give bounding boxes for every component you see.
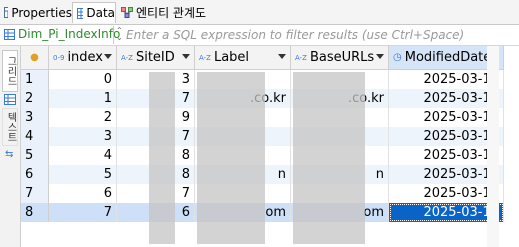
cell-index[interactable]: 7 xyxy=(49,203,117,222)
row-number[interactable]: 5 xyxy=(21,146,49,165)
row-number[interactable]: 4 xyxy=(21,127,49,146)
cell-index[interactable]: 1 xyxy=(49,89,117,108)
redaction-blur xyxy=(149,72,175,244)
grid-corner[interactable]: ● xyxy=(21,46,49,70)
tab-label: Properties xyxy=(11,5,72,20)
row-number[interactable]: 7 xyxy=(21,184,49,203)
column-menu-icon[interactable] xyxy=(376,54,384,59)
side-tab-text[interactable]: 텍스트 xyxy=(2,108,18,146)
column-name: index xyxy=(67,50,104,65)
table-icon xyxy=(4,28,15,40)
cell-index[interactable]: 6 xyxy=(49,184,117,203)
text-type-icon: A-Z xyxy=(199,53,211,62)
column-menu-icon[interactable] xyxy=(278,54,286,59)
row-number[interactable]: 6 xyxy=(21,165,49,184)
tab-data[interactable]: Data xyxy=(72,2,116,23)
grid-view-icon[interactable] xyxy=(4,94,16,108)
row-number[interactable]: 1 xyxy=(21,70,49,89)
text-type-icon: A-Z xyxy=(295,53,307,62)
expand-filter-icon[interactable]: ⌃ ⌄ xyxy=(116,27,123,42)
text-type-icon: A-Z xyxy=(121,53,133,62)
filter-input[interactable] xyxy=(126,27,516,43)
column-name: Label xyxy=(213,50,250,65)
column-header-siteid[interactable]: A-Z SiteID xyxy=(117,46,195,70)
editor-tab-bar: Properties Data 엔티티 관계도 xyxy=(0,0,519,25)
cell-index[interactable]: 4 xyxy=(49,146,117,165)
side-tab-label: 텍스트 xyxy=(5,112,16,142)
select-all-icon: ● xyxy=(30,52,39,63)
properties-icon xyxy=(4,7,9,18)
redaction-blur xyxy=(197,72,265,244)
table-name: Dim_Pi_IndexInfo xyxy=(18,27,121,41)
cell-index[interactable]: 0 xyxy=(49,70,117,89)
column-name: ModifiedDate xyxy=(404,50,492,65)
tab-properties[interactable]: Properties xyxy=(0,2,72,23)
tab-label: Data xyxy=(86,6,115,20)
text-view-icon[interactable]: ⇆ xyxy=(5,149,13,160)
results-grid: ● 0-9 index A-Z SiteID A-Z Label A-Z Bas… xyxy=(21,46,519,247)
column-name: BaseURLs xyxy=(309,50,375,65)
divider xyxy=(113,26,114,44)
tab-entity-diagram[interactable]: 엔티티 관계도 xyxy=(117,2,215,23)
numeric-type-icon: 0-9 xyxy=(53,53,65,62)
column-header-index[interactable]: 0-9 index xyxy=(49,46,117,70)
vertical-scrollbar[interactable] xyxy=(487,46,499,247)
row-number[interactable]: 2 xyxy=(21,89,49,108)
cell-index[interactable]: 5 xyxy=(49,165,117,184)
column-name: SiteID xyxy=(135,50,175,65)
side-tab-label: 그리드 xyxy=(5,56,16,86)
column-header-baseurls[interactable]: A-Z BaseURLs xyxy=(291,46,389,70)
row-number[interactable]: 8 xyxy=(21,203,49,222)
column-menu-icon[interactable] xyxy=(104,54,112,59)
cell-index[interactable]: 2 xyxy=(49,108,117,127)
side-tab-grid[interactable]: 그리드 xyxy=(2,50,18,92)
cell-index[interactable]: 3 xyxy=(49,127,117,146)
table-name-link[interactable]: Dim_Pi_IndexInfo xyxy=(4,27,120,41)
column-header-label[interactable]: A-Z Label xyxy=(195,46,291,70)
clock-icon: ◷ xyxy=(393,52,402,63)
view-mode-panel: 그리드 텍스트 ⇆ xyxy=(0,46,21,247)
redaction-blur xyxy=(293,72,365,244)
filter-bar: Dim_Pi_IndexInfo ⌃ ⌄ xyxy=(0,25,519,46)
data-grid-icon xyxy=(77,7,84,19)
column-menu-icon[interactable] xyxy=(182,54,190,59)
entity-diagram-icon xyxy=(121,7,133,18)
row-number[interactable]: 3 xyxy=(21,108,49,127)
tab-label: 엔티티 관계도 xyxy=(136,6,207,20)
